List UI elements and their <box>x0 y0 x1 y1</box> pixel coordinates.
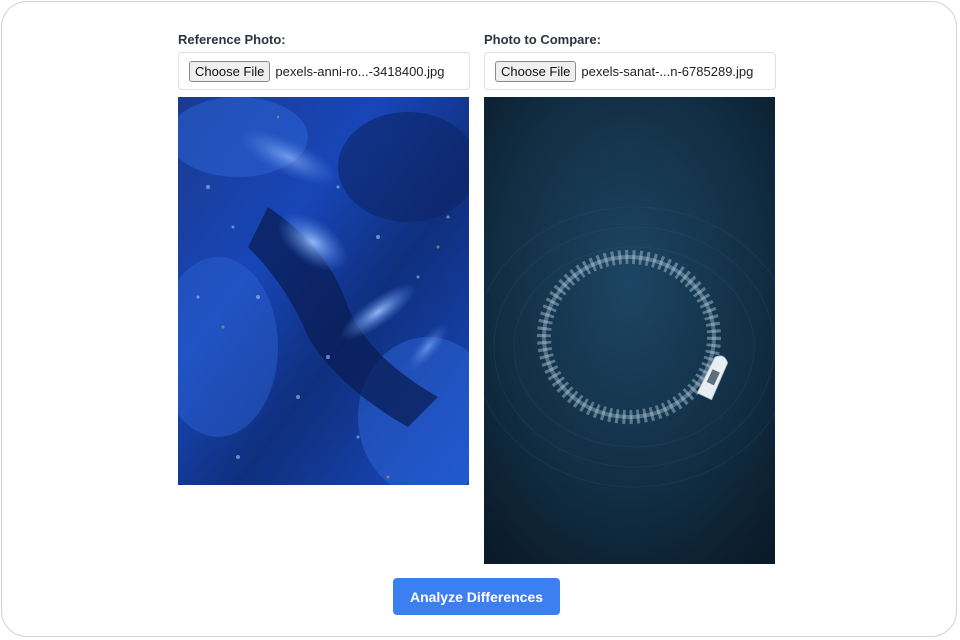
app-window <box>1 1 957 637</box>
reference-photo-label: Reference Photo: <box>178 32 286 47</box>
compare-choose-file-button[interactable]: Choose File <box>495 60 577 82</box>
compare-photo-preview <box>484 97 775 564</box>
compare-photo-panel: Photo to Compare: Choose File pexels-san… <box>484 31 776 564</box>
compare-file-input[interactable]: Choose File pexels-sanat-...n-6785289.jp… <box>484 52 776 90</box>
reference-photo-preview <box>178 97 469 485</box>
compare-file-name: pexels-sanat-...n-6785289.jpg <box>581 63 754 79</box>
compare-photo-label: Photo to Compare: <box>484 32 601 47</box>
reference-choose-file-button[interactable]: Choose File <box>189 60 271 82</box>
analyze-differences-button[interactable]: Analyze Differences <box>393 578 560 615</box>
reference-photo-panel: Reference Photo: Choose File pexels-anni… <box>178 31 470 485</box>
reference-file-name: pexels-anni-ro...-3418400.jpg <box>275 63 445 79</box>
reference-file-input[interactable]: Choose File pexels-anni-ro...-3418400.jp… <box>178 52 470 90</box>
